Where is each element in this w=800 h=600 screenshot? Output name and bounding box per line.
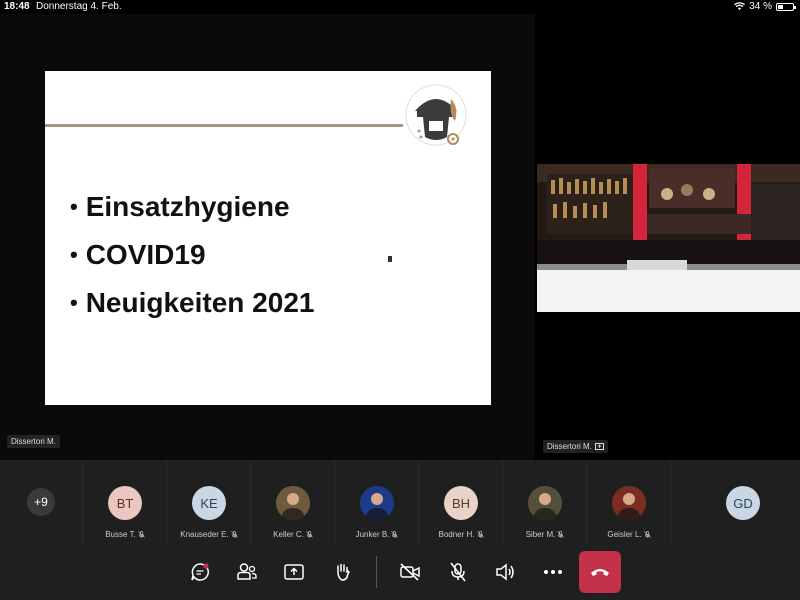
participant-tile[interactable]: GD xyxy=(690,460,800,544)
overflow-count[interactable]: +9 xyxy=(27,488,55,516)
person-photo-icon xyxy=(276,486,310,520)
participant-photo xyxy=(528,486,562,520)
participant-photo xyxy=(276,486,310,520)
status-right: 34 % xyxy=(734,1,796,12)
battery-icon xyxy=(776,2,796,11)
person-photo-icon xyxy=(612,486,646,520)
person-photo-icon xyxy=(528,486,562,520)
status-bar: 18:48 Donnerstag 4. Feb. 34 % xyxy=(0,0,800,14)
participant-name-text: Siber M. xyxy=(525,530,556,539)
person-photo-icon xyxy=(360,486,394,520)
participant-name: Siber M. xyxy=(504,530,586,539)
participant-name: Keller C. xyxy=(252,530,334,539)
people-icon xyxy=(237,563,257,580)
participant-avatar: KE xyxy=(192,486,226,520)
slide-bullet-text: COVID19 xyxy=(85,239,206,270)
video-stage: • Einsatzhygiene • COVID19 • Neuigkeiten 20… xyxy=(0,14,800,460)
slide-bullet: • Neuigkeiten 2021 xyxy=(70,279,314,327)
side-presenter-name-tag: Dissertori M. xyxy=(543,440,608,453)
camera-off-icon xyxy=(400,563,420,581)
hang-up-icon xyxy=(591,569,609,576)
camera-toggle-button[interactable] xyxy=(394,556,426,588)
battery-percent: 34 % xyxy=(749,1,772,12)
participant-name-text: Knauseder E. xyxy=(180,530,229,539)
side-presenter-name: Dissertori M. xyxy=(547,442,592,451)
participant-tile[interactable]: Keller C. xyxy=(252,460,335,544)
mic-off-icon xyxy=(450,562,466,582)
raise-hand-button[interactable] xyxy=(326,556,358,588)
participant-tile[interactable]: Geisler L. xyxy=(588,460,671,544)
participant-photo xyxy=(612,486,646,520)
more-icon xyxy=(544,570,562,574)
participant-avatar: BH xyxy=(444,486,478,520)
share-icon xyxy=(284,564,304,580)
mic-toggle-button[interactable] xyxy=(442,556,474,588)
speaker-icon xyxy=(496,563,514,581)
muted-mic-icon xyxy=(643,531,651,538)
participant-name: Junker B. xyxy=(336,530,418,539)
participant-tile[interactable]: Siber M. xyxy=(504,460,587,544)
side-video-tile[interactable]: Dissertori M. xyxy=(536,14,800,460)
more-options-button[interactable] xyxy=(537,556,569,588)
participant-name-text: Keller C. xyxy=(273,530,304,539)
call-toolbar xyxy=(0,544,800,600)
bar-scene-image xyxy=(537,164,800,312)
participant-name-text: Busse T. xyxy=(105,530,136,539)
fire-brigade-logo-icon xyxy=(405,84,467,146)
participant-name: Bodner H. xyxy=(420,530,502,539)
mouse-pointer-icon xyxy=(388,256,392,262)
screen-share-icon xyxy=(594,442,604,450)
chat-button[interactable] xyxy=(184,556,216,588)
wifi-icon xyxy=(734,2,746,11)
raise-hand-icon xyxy=(337,563,350,581)
participant-name-text: Bodner H. xyxy=(438,530,475,539)
participant-tile[interactable]: KE Knauseder E. xyxy=(168,460,251,544)
status-time: 18:48 xyxy=(4,1,30,12)
overflow-participants-tile[interactable]: +9 xyxy=(0,460,83,544)
slide-bullet: • Einsatzhygiene xyxy=(70,183,314,231)
presentation-slide: • Einsatzhygiene • COVID19 • Neuigkeiten 20… xyxy=(45,71,491,405)
participant-name: Busse T. xyxy=(84,530,166,539)
participant-name-text: Geisler L. xyxy=(607,530,642,539)
slide-bullet: • COVID19 xyxy=(70,231,314,279)
main-video-tile[interactable]: • Einsatzhygiene • COVID19 • Neuigkeiten 20… xyxy=(0,14,535,460)
muted-mic-icon xyxy=(137,531,145,538)
camera-feed xyxy=(537,164,800,312)
muted-mic-icon xyxy=(557,531,565,538)
slide-bullet-text: Neuigkeiten 2021 xyxy=(85,287,315,318)
presenter-name: Dissertori M. xyxy=(11,437,56,446)
slide-divider xyxy=(45,124,403,127)
muted-mic-icon xyxy=(306,531,313,538)
muted-mic-icon xyxy=(230,531,238,538)
slide-bullet-text: Einsatzhygiene xyxy=(85,191,290,222)
participant-photo xyxy=(360,486,394,520)
hang-up-button[interactable] xyxy=(579,551,621,593)
presenter-name-tag: Dissertori M. xyxy=(7,435,60,448)
participant-name: Geisler L. xyxy=(588,530,670,539)
share-button[interactable] xyxy=(278,556,310,588)
chat-icon xyxy=(191,563,209,581)
participants-button[interactable] xyxy=(231,556,263,588)
participant-name-text: Junker B. xyxy=(355,530,390,539)
status-date: Donnerstag 4. Feb. xyxy=(36,1,122,12)
participant-tile[interactable]: Junker B. xyxy=(336,460,419,544)
participant-strip: +9 BT Busse T. KE Knauseder E. Keller C. Junk… xyxy=(0,460,800,544)
participant-tile[interactable]: BH Bodner H. xyxy=(420,460,503,544)
muted-mic-icon xyxy=(476,531,484,538)
speaker-button[interactable] xyxy=(489,556,521,588)
participant-avatar: BT xyxy=(108,486,142,520)
slide-bullet-list: • Einsatzhygiene • COVID19 • Neuigkeiten 20… xyxy=(70,183,314,327)
toolbar-separator xyxy=(376,556,377,588)
participant-name: Knauseder E. xyxy=(168,530,250,539)
muted-mic-icon xyxy=(391,531,399,538)
participant-tile[interactable]: BT Busse T. xyxy=(84,460,167,544)
participant-avatar: GD xyxy=(726,486,760,520)
